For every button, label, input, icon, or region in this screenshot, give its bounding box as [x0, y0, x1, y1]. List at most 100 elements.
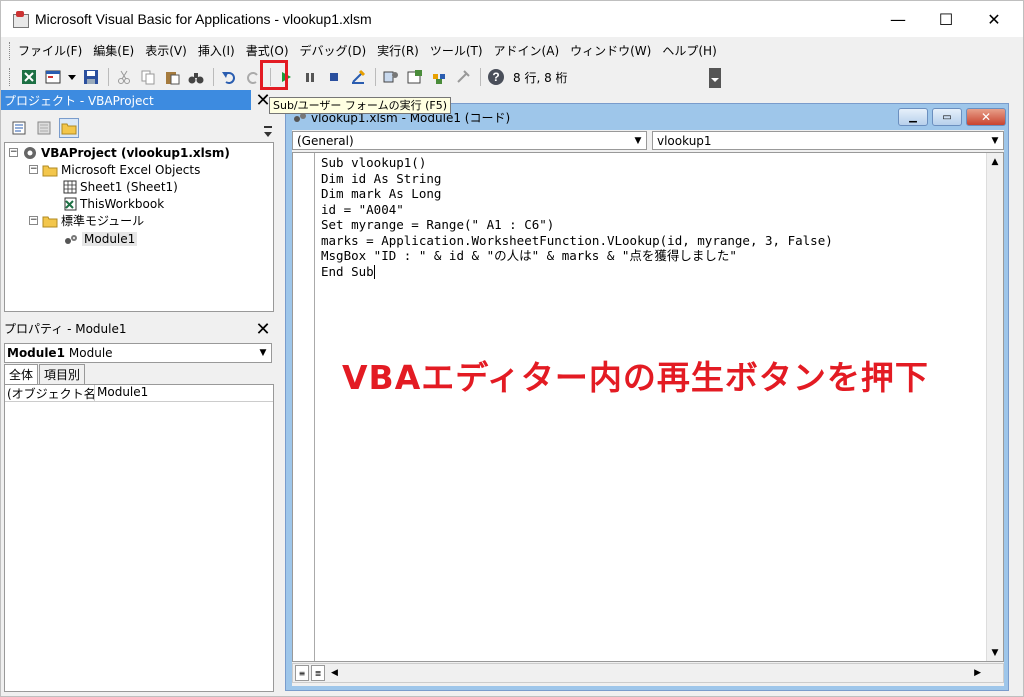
menu-file[interactable]: ファイル(F): [18, 42, 82, 59]
code-margin[interactable]: [293, 153, 315, 661]
tree-node-standard-modules[interactable]: − 標準モジュール: [29, 212, 144, 229]
property-value[interactable]: Module1: [95, 385, 148, 401]
project-panel-toolbar: [1, 114, 275, 142]
procedure-combo-value: vlookup1: [657, 133, 712, 148]
chevron-down-icon[interactable]: ▼: [987, 132, 1003, 149]
menu-format[interactable]: 書式(O): [246, 42, 289, 59]
scroll-left-icon[interactable]: ◀: [331, 668, 338, 678]
scroll-up-icon[interactable]: ▲: [987, 153, 1003, 170]
undo-button[interactable]: [218, 66, 240, 88]
design-mode-icon: [352, 69, 366, 84]
toggle-folders-button[interactable]: [59, 118, 79, 138]
collapse-icon[interactable]: −: [9, 148, 18, 157]
run-button-highlight: [260, 60, 288, 90]
menu-tools[interactable]: ツール(T): [430, 42, 483, 59]
properties-grid: (オブジェクト名) Module1: [4, 384, 274, 692]
properties-panel-close-button[interactable]: ✕: [253, 319, 273, 340]
minimize-button[interactable]: —: [875, 1, 921, 37]
chevron-down-icon[interactable]: ▼: [630, 132, 646, 149]
title-bar: Microsoft Visual Basic for Applications …: [1, 1, 1023, 37]
tree-label-thisworkbook: ThisWorkbook: [80, 196, 165, 211]
menu-window[interactable]: ウィンドウ(W): [570, 42, 651, 59]
view-object-button[interactable]: [34, 118, 54, 138]
code-minimize-button[interactable]: ▁: [898, 108, 928, 126]
horizontal-scrollbar[interactable]: ≡ ≣ ◀ ▶: [292, 663, 1004, 683]
module-icon: [65, 234, 77, 244]
project-toolbar-scroll-icon[interactable]: [263, 124, 273, 138]
scissors-icon: [118, 70, 130, 84]
vertical-scrollbar[interactable]: ▲ ▼: [986, 153, 1003, 661]
scroll-down-icon[interactable]: ▼: [987, 644, 1003, 661]
tree-node-excel-objects[interactable]: − Microsoft Excel Objects: [29, 161, 200, 178]
tree-node-thisworkbook[interactable]: ThisWorkbook: [63, 195, 164, 212]
folder-icon: [42, 216, 58, 227]
code-restore-button[interactable]: ▭: [932, 108, 962, 126]
code-close-button[interactable]: ✕: [966, 108, 1006, 126]
find-button[interactable]: [185, 66, 207, 88]
properties-object-select[interactable]: Module1 Module ▼: [4, 343, 272, 363]
project-explorer-button[interactable]: [380, 66, 402, 88]
scroll-right-icon[interactable]: ▶: [974, 668, 981, 678]
insert-userform-button[interactable]: [42, 66, 64, 88]
full-module-view-button[interactable]: ≣: [311, 665, 325, 681]
copy-button[interactable]: [137, 66, 159, 88]
maximize-button[interactable]: ☐: [923, 1, 969, 37]
object-browser-icon: [433, 74, 445, 84]
code-line: id = "A004": [321, 201, 404, 217]
folder-icon: [42, 165, 58, 176]
menu-insert[interactable]: 挿入(I): [198, 42, 235, 59]
paste-icon: [166, 72, 180, 85]
menu-help[interactable]: ヘルプ(H): [662, 42, 716, 59]
save-icon: [84, 70, 98, 84]
help-button[interactable]: ?: [485, 66, 507, 88]
tab-categorized[interactable]: 項目別: [39, 364, 86, 384]
menubar-grip[interactable]: [9, 41, 12, 60]
procedure-combo[interactable]: vlookup1 ▼: [652, 131, 1004, 150]
properties-object-name: Module1: [7, 346, 65, 360]
property-row-name[interactable]: (オブジェクト名) Module1: [5, 385, 273, 402]
menu-debug[interactable]: デバッグ(D): [300, 42, 367, 59]
pause-icon: [306, 73, 314, 82]
close-button[interactable]: ✕: [971, 1, 1017, 37]
reset-button[interactable]: [323, 66, 345, 88]
toolbox-button[interactable]: [452, 66, 474, 88]
standard-toolbar: ? 8 行, 8 桁: [1, 64, 723, 90]
tree-node-sheet1[interactable]: Sheet1 (Sheet1): [63, 178, 178, 195]
properties-window-button[interactable]: [404, 66, 426, 88]
copy-icon: [141, 70, 155, 85]
collapse-icon[interactable]: −: [29, 216, 38, 225]
view-excel-button[interactable]: [18, 66, 40, 88]
code-editor[interactable]: Sub vlookup1() Dim id As String Dim mark A…: [292, 152, 1004, 662]
annotation-text: VBAエディター内の再生ボタンを押下: [342, 358, 929, 397]
chevron-down-icon[interactable]: ▼: [255, 344, 271, 362]
paste-button[interactable]: [161, 66, 183, 88]
code-line: Sub vlookup1(): [321, 155, 427, 170]
menu-view[interactable]: 表示(V): [145, 42, 187, 59]
menu-run[interactable]: 実行(R): [377, 42, 419, 59]
break-button[interactable]: [299, 66, 321, 88]
menu-addins[interactable]: アドイン(A): [494, 42, 560, 59]
design-mode-button[interactable]: [347, 66, 369, 88]
project-explorer-icon: [383, 71, 398, 83]
redo-icon: [247, 72, 258, 84]
tree-node-vbaproject[interactable]: − VBAProject (vlookup1.xlsm): [9, 144, 230, 161]
insert-dropdown-button[interactable]: [66, 66, 78, 88]
toolbar-options-button[interactable]: [709, 68, 721, 88]
view-code-button[interactable]: [9, 118, 29, 138]
cut-button[interactable]: [113, 66, 135, 88]
menu-edit[interactable]: 編集(E): [93, 42, 134, 59]
tree-node-module1[interactable]: Module1: [63, 230, 138, 247]
save-button[interactable]: [80, 66, 102, 88]
procedure-view-button[interactable]: ≡: [295, 665, 309, 681]
property-key: (オブジェクト名): [7, 385, 95, 401]
code-text[interactable]: Sub vlookup1() Dim id As String Dim mark A…: [321, 155, 833, 279]
code-line: Dim id As String: [321, 170, 442, 186]
collapse-icon[interactable]: −: [29, 165, 38, 174]
tab-alphabetic[interactable]: 全体: [4, 364, 39, 384]
excel-icon: [22, 70, 36, 84]
object-browser-button[interactable]: [428, 66, 450, 88]
cursor-position: 8 行, 8 桁: [513, 70, 568, 85]
object-combo[interactable]: (General) ▼: [292, 131, 647, 150]
toolbar-grip[interactable]: [9, 68, 12, 86]
menu-bar: ファイル(F) 編集(E) 表示(V) 挿入(I) 書式(O) デバッグ(D) …: [1, 38, 1023, 63]
